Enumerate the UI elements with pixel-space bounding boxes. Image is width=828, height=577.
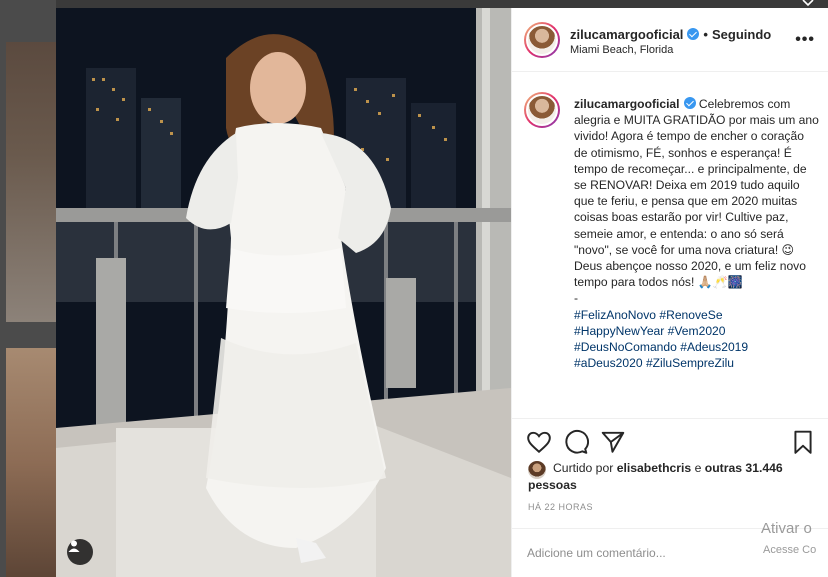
windows-activation-title: Ativar o — [761, 520, 812, 537]
post-photo[interactable] — [56, 8, 511, 577]
post-photo-illustration — [56, 8, 511, 577]
separator-dot: • — [703, 27, 708, 42]
verified-badge-icon — [687, 28, 700, 40]
caption-text: zilucamargooficial Celebremos com alegri… — [574, 96, 820, 371]
hashtag-line[interactable]: #DeusNoComando #Adeus2019 — [574, 339, 820, 355]
background-post-image[interactable] — [6, 348, 56, 577]
header-username-row: zilucamargooficial • Seguindo — [570, 27, 771, 42]
hashtag-line[interactable]: #FelizAnoNovo #RenoveSe — [574, 307, 820, 323]
background-post-image[interactable] — [6, 42, 56, 322]
post-timestamp[interactable]: HÁ 22 HORAS — [528, 502, 593, 512]
action-bar — [512, 418, 828, 464]
caption-paragraph: Celebremos com alegria e MUITA GRATIDÃO … — [574, 97, 819, 257]
user-tag-icon[interactable] — [67, 539, 93, 565]
top-bar — [0, 0, 828, 8]
liked-by-text: Curtido por elisabethcris e outras 31.44… — [528, 460, 818, 494]
close-icon[interactable] — [800, 0, 816, 8]
following-button[interactable]: Seguindo — [712, 27, 771, 42]
windows-activation-subtitle: Acesse Co — [763, 544, 817, 556]
verified-badge-icon — [683, 97, 696, 109]
hashtag-line[interactable]: #aDeus2020 #ZiluSempreZilu — [574, 355, 820, 371]
comment-input[interactable]: Adicione um comentário... — [527, 546, 666, 560]
background-feed — [0, 0, 56, 577]
more-options-icon[interactable]: ••• — [795, 31, 815, 49]
hashtag-line[interactable]: #HappyNewYear #Vem2020 — [574, 323, 820, 339]
share-icon[interactable] — [600, 429, 626, 455]
location-link[interactable]: Miami Beach, Florida — [570, 44, 673, 56]
bookmark-icon[interactable] — [790, 429, 816, 455]
caption-paragraph: Deus abençoe nosso 2020, e um feliz novo… — [574, 259, 806, 290]
post-side-panel: zilucamargooficial • Seguindo Miami Beach,… — [511, 8, 828, 577]
caption-paragraph: - — [574, 291, 579, 306]
avatar[interactable] — [524, 22, 560, 58]
heart-icon[interactable] — [526, 429, 552, 455]
liked-by-prefix: Curtido por — [553, 461, 614, 475]
caption-scroll-area[interactable]: zilucamargooficial Celebremos com alegri… — [512, 72, 828, 418]
comment-icon[interactable] — [563, 429, 589, 455]
caption-username[interactable]: zilucamargooficial — [574, 97, 680, 111]
username-link[interactable]: zilucamargooficial — [570, 27, 683, 42]
liked-by-connector: e — [694, 461, 702, 475]
liked-by-user-link[interactable]: elisabethcris — [617, 461, 692, 475]
post-header: zilucamargooficial • Seguindo Miami Beach,… — [512, 8, 828, 72]
avatar[interactable] — [524, 92, 560, 128]
